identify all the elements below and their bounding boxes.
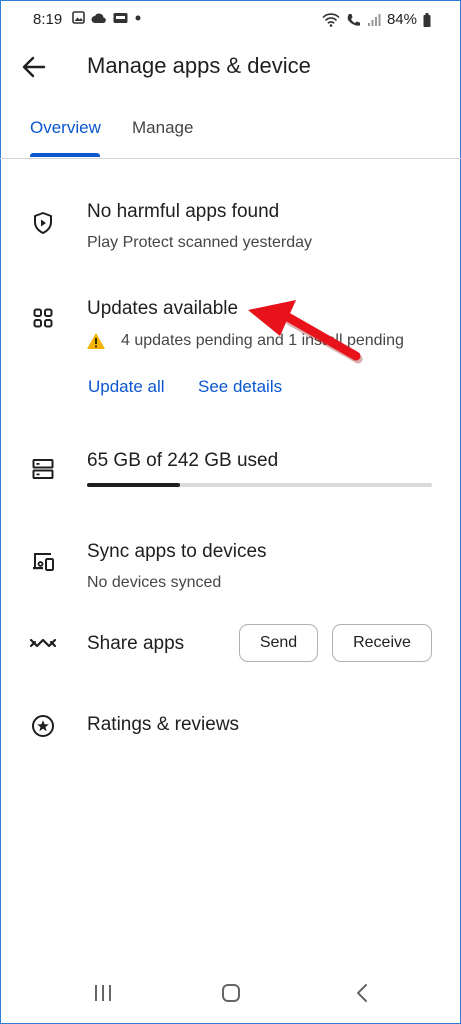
- annotation-arrow: [248, 300, 363, 364]
- play-protect-subtitle: Play Protect scanned yesterday: [87, 234, 313, 251]
- call-icon: [347, 13, 360, 26]
- shield-play-icon: [34, 212, 52, 234]
- back-nav-icon[interactable]: [352, 982, 374, 1004]
- status-time: 8:19: [33, 11, 63, 28]
- update-all-button[interactable]: Update all: [88, 377, 165, 397]
- ratings-row[interactable]: Ratings & reviews: [0, 705, 461, 749]
- share-title: Share apps: [87, 633, 185, 654]
- storage-row[interactable]: 65 GB of 242 GB used: [0, 445, 461, 495]
- battery-text: 84%: [386, 11, 417, 28]
- storage-title: 65 GB of 242 GB used: [87, 450, 279, 471]
- star-circle-icon: [32, 715, 54, 737]
- status-left-icons: [72, 11, 142, 24]
- image-icon: [72, 11, 85, 24]
- status-bar: 8:19 84%: [0, 0, 461, 40]
- storage-usage-bar: [87, 483, 432, 487]
- receive-button[interactable]: Receive: [332, 624, 432, 662]
- grid-icon: [33, 308, 53, 328]
- tab-bar: Overview Manage: [0, 108, 461, 159]
- tab-manage[interactable]: Manage: [132, 118, 193, 138]
- wifi-icon: [322, 12, 340, 27]
- recent-apps-icon[interactable]: [92, 982, 114, 1004]
- page-title: Manage apps & device: [87, 53, 311, 78]
- back-arrow-icon[interactable]: [20, 53, 48, 81]
- see-details-button[interactable]: See details: [198, 377, 282, 397]
- signal-icon: [367, 13, 381, 26]
- dot-icon: [135, 15, 141, 20]
- storage-icon: [32, 459, 54, 479]
- updates-title: Updates available: [87, 298, 239, 319]
- tab-overview[interactable]: Overview: [30, 118, 101, 138]
- updates-row[interactable]: Updates available 4 updates pending and …: [0, 290, 461, 360]
- ratings-title: Ratings & reviews: [87, 714, 240, 735]
- storage-usage-fill: [87, 483, 181, 487]
- devices-icon: [33, 553, 54, 571]
- play-protect-row[interactable]: No harmful apps found Play Protect scann…: [0, 195, 461, 265]
- battery-icon: [423, 12, 431, 27]
- play-protect-title: No harmful apps found: [87, 201, 280, 222]
- system-nav-bar: [0, 972, 461, 1016]
- send-button[interactable]: Send: [239, 624, 318, 662]
- share-icon: [29, 638, 57, 648]
- app-bar: Manage apps & device: [0, 40, 461, 96]
- home-icon[interactable]: [220, 982, 242, 1004]
- cloud-icon: [91, 13, 106, 23]
- wallet-icon: [113, 12, 128, 23]
- status-right-icons: 84%: [322, 11, 431, 28]
- active-tab-indicator: [30, 153, 100, 157]
- warning-icon: [87, 333, 105, 349]
- sync-subtitle: No devices synced: [87, 574, 222, 591]
- sync-row[interactable]: Sync apps to devices No devices synced: [0, 535, 461, 600]
- sync-title: Sync apps to devices: [87, 541, 267, 562]
